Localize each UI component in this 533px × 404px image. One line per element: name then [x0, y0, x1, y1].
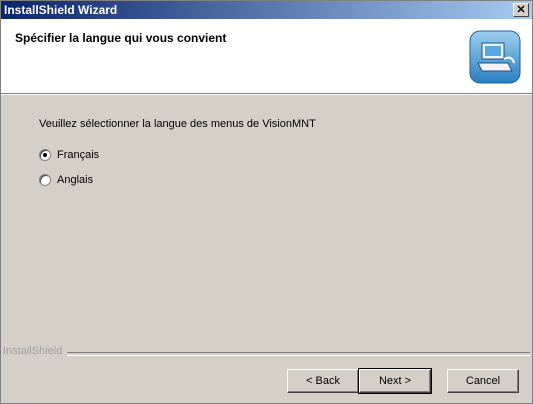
back-button[interactable]: < Back [287, 369, 359, 393]
cancel-button[interactable]: Cancel [447, 369, 519, 393]
radio-label-anglais: Anglais [57, 174, 94, 186]
window-title: InstallShield Wizard [4, 3, 118, 17]
installshield-brand: InstallShield [3, 345, 63, 357]
radio-option-francais[interactable]: Français [39, 149, 99, 161]
next-button[interactable]: Next > [358, 368, 432, 394]
installshield-wizard-window: InstallShield Wizard ✕ Spécifier la lang… [0, 0, 533, 404]
radio-button-francais[interactable] [39, 149, 51, 161]
wizard-header: Spécifier la langue qui vous convient [1, 19, 532, 94]
page-title: Spécifier la langue qui vous convient [15, 31, 227, 45]
radio-button-anglais[interactable] [39, 174, 51, 186]
close-button[interactable]: ✕ [513, 3, 529, 17]
radio-option-anglais[interactable]: Anglais [39, 174, 93, 186]
title-bar[interactable]: InstallShield Wizard ✕ [1, 1, 532, 19]
footer-divider [67, 352, 530, 356]
radio-label-francais: Français [57, 149, 100, 161]
instruction-text: Veuillez sélectionner la langue des menu… [39, 118, 316, 130]
header-divider [1, 94, 532, 95]
installer-computer-icon [468, 29, 522, 85]
